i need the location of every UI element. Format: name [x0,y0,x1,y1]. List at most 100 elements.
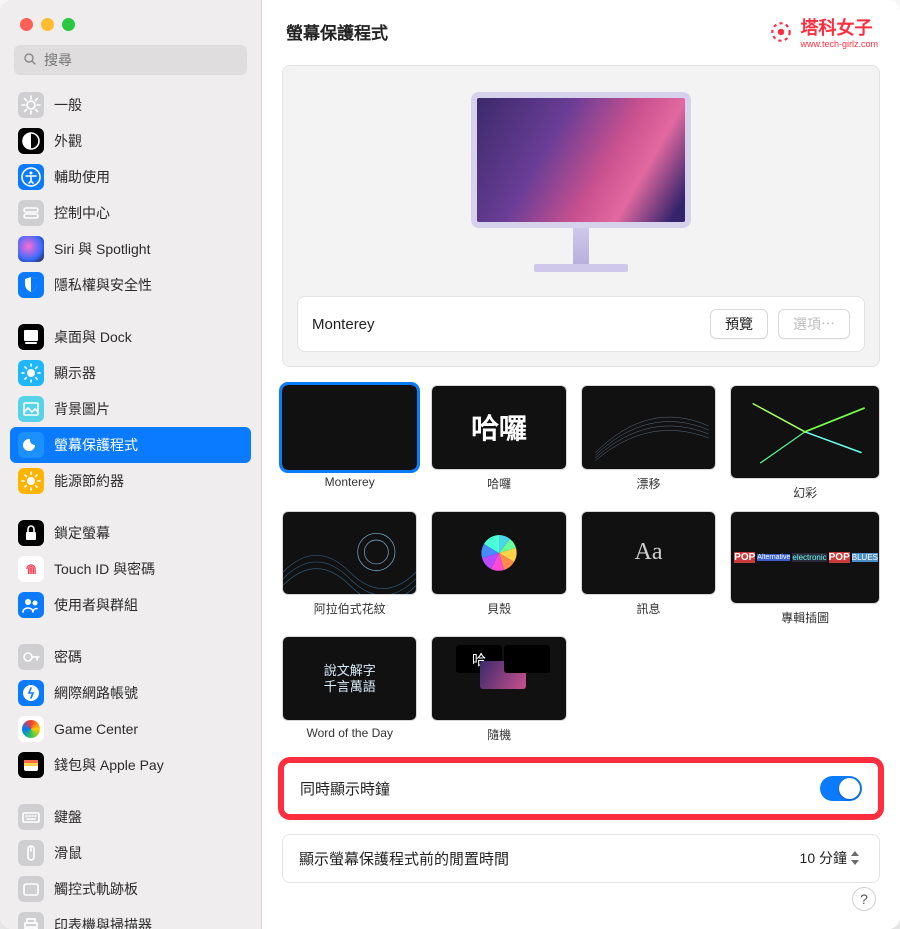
screensaver-thumb-hello[interactable]: 哈囉哈囉 [431,385,566,501]
search-icon [22,51,38,72]
idle-time-label: 顯示螢幕保護程式前的閒置時間 [299,848,509,869]
search-input[interactable] [14,45,247,75]
sidebar-item-label: 螢幕保護程式 [54,435,138,455]
sidebar-item-energy[interactable]: 能源節約器 [10,463,251,499]
sidebar-item-label: 能源節約器 [54,471,124,491]
mouse-icon [18,840,44,866]
sidebar-item-label: 隱私權與安全性 [54,275,152,295]
thumb-label: Word of the Day [282,726,417,740]
sidebar-item-passwords[interactable]: 密碼 [10,639,251,675]
screensaver-thumb-monterey[interactable]: Monterey [282,385,417,501]
thumb-label: 訊息 [581,600,716,617]
sidebar-item-label: 觸控式軌跡板 [54,879,138,899]
sidebar-item-trackpad[interactable]: 觸控式軌跡板 [10,871,251,907]
displays-icon [18,360,44,386]
sidebar-item-general[interactable]: 一般 [10,87,251,123]
options-button[interactable]: 選項⋯ [778,309,850,339]
idle-time-value: 10 分鐘 [800,848,847,868]
game-center-icon [18,716,44,742]
screensaver-thumb-arabesque[interactable]: 阿拉伯式花紋 [282,511,417,627]
sidebar-item-accessibility[interactable]: 輔助使用 [10,159,251,195]
highlight-annotation: 同時顯示時鐘 [278,757,884,820]
preview-section: Monterey 預覽 選項⋯ [282,65,880,367]
appearance-icon [18,128,44,154]
monitor-screen-icon [471,92,691,228]
sidebar-item-label: 使用者與群組 [54,595,138,615]
sidebar-item-displays[interactable]: 顯示器 [10,355,251,391]
sidebar-item-desktop-dock[interactable]: 桌面與 Dock [10,319,251,355]
sidebar-item-label: Touch ID 與密碼 [54,559,155,579]
screensaver-thumb-wotd[interactable]: 說文解字 千言萬語Word of the Day [282,636,417,743]
energy-icon [18,468,44,494]
sidebar-item-label: 錢包與 Apple Pay [54,755,164,775]
sidebar-item-label: 印表機與掃描器 [54,915,152,929]
show-clock-row[interactable]: 同時顯示時鐘 [284,763,878,814]
keyboard-icon [18,804,44,830]
sidebar-item-wallpaper[interactable]: 背景圖片 [10,391,251,427]
watermark-logo: 塔科女子 www.tech-girlz.com [768,14,878,49]
thumb-label: 幻彩 [730,484,880,501]
sidebar-item-touchid[interactable]: Touch ID 與密碼 [10,551,251,587]
sidebar-item-mouse[interactable]: 滑鼠 [10,835,251,871]
updown-icon [849,848,863,868]
sidebar-item-privacy-security[interactable]: 隱私權與安全性 [10,267,251,303]
page-title: 螢幕保護程式 [286,19,388,44]
sidebar-item-label: 控制中心 [54,203,110,223]
monitor-preview [471,92,691,272]
main-panel: 螢幕保護程式 塔科女子 www.tech-girlz.com Monterey [262,0,900,929]
general-icon [18,92,44,118]
sidebar-item-appearance[interactable]: 外觀 [10,123,251,159]
screensaver-thumb-flurry[interactable]: 幻彩 [730,385,880,501]
screensaver-thumb-drift[interactable]: 漂移 [581,385,716,501]
screensaver-thumb-message[interactable]: Aa訊息 [581,511,716,627]
sidebar-item-label: 顯示器 [54,363,96,383]
internet-accounts-icon [18,680,44,706]
sidebar-item-label: 一般 [54,95,82,115]
minimize-window-button[interactable] [41,18,54,31]
sidebar-item-label: 輔助使用 [54,167,110,187]
screensaver-thumb-shells[interactable]: 貝殼 [431,511,566,627]
sidebar-item-wallet[interactable]: 錢包與 Apple Pay [10,747,251,783]
thumb-label: 隨機 [431,726,566,743]
sidebar-item-label: 外觀 [54,131,82,151]
watermark-sub: www.tech-girlz.com [800,40,878,49]
show-clock-label: 同時顯示時鐘 [300,778,390,799]
sidebar-item-label: Game Center [54,721,138,737]
thumb-label: Monterey [282,475,417,489]
sidebar-item-label: 滑鼠 [54,843,82,863]
sidebar-item-users[interactable]: 使用者與群組 [10,587,251,623]
sidebar-item-label: Siri 與 Spotlight [54,239,150,259]
sidebar-item-label: 密碼 [54,647,82,667]
idle-time-section: 顯示螢幕保護程式前的閒置時間 10 分鐘 [282,834,880,883]
thumb-label: 貝殼 [431,600,566,617]
screensaver-thumb-albumart[interactable]: POPAlternativeelectronicPOPBLUES專輯插圖 [730,511,880,627]
idle-time-popup[interactable]: 10 分鐘 [800,848,863,868]
sidebar-item-label: 鎖定螢幕 [54,523,110,543]
help-button[interactable]: ? [852,887,876,911]
sidebar-item-game-center[interactable]: Game Center [10,711,251,747]
sidebar: 一般外觀輔助使用控制中心 Siri 與 Spotlight 隱私權與安全性桌面與 D… [0,0,262,929]
zoom-window-button[interactable] [62,18,75,31]
thumb-label: 阿拉伯式花紋 [282,600,417,617]
sidebar-item-screensaver[interactable]: 螢幕保護程式 [10,427,251,463]
screensaver-thumb-random[interactable]: 哈隨機 [431,636,566,743]
wallet-icon [18,752,44,778]
thumb-label: 哈囉 [431,475,566,492]
lockscreen-icon [18,520,44,546]
close-window-button[interactable] [20,18,33,31]
sidebar-item-internet-accounts[interactable]: 網際網路帳號 [10,675,251,711]
sidebar-item-keyboard[interactable]: 鍵盤 [10,799,251,835]
preview-button[interactable]: 預覽 [710,309,768,339]
show-clock-toggle[interactable] [820,776,862,801]
sidebar-item-printers[interactable]: 印表機與掃描器 [10,907,251,929]
sidebar-item-siri-spotlight[interactable]: Siri 與 Spotlight [10,231,251,267]
screensaver-icon [18,432,44,458]
sidebar-item-lockscreen[interactable]: 鎖定螢幕 [10,515,251,551]
idle-time-row[interactable]: 顯示螢幕保護程式前的閒置時間 10 分鐘 [283,835,879,882]
selected-screensaver-name: Monterey [312,316,375,333]
system-settings-window: 一般外觀輔助使用控制中心 Siri 與 Spotlight 隱私權與安全性桌面與 D… [0,0,900,929]
passwords-icon [18,644,44,670]
siri-spotlight-icon [18,236,44,262]
desktop-dock-icon [18,324,44,350]
sidebar-item-control-center[interactable]: 控制中心 [10,195,251,231]
